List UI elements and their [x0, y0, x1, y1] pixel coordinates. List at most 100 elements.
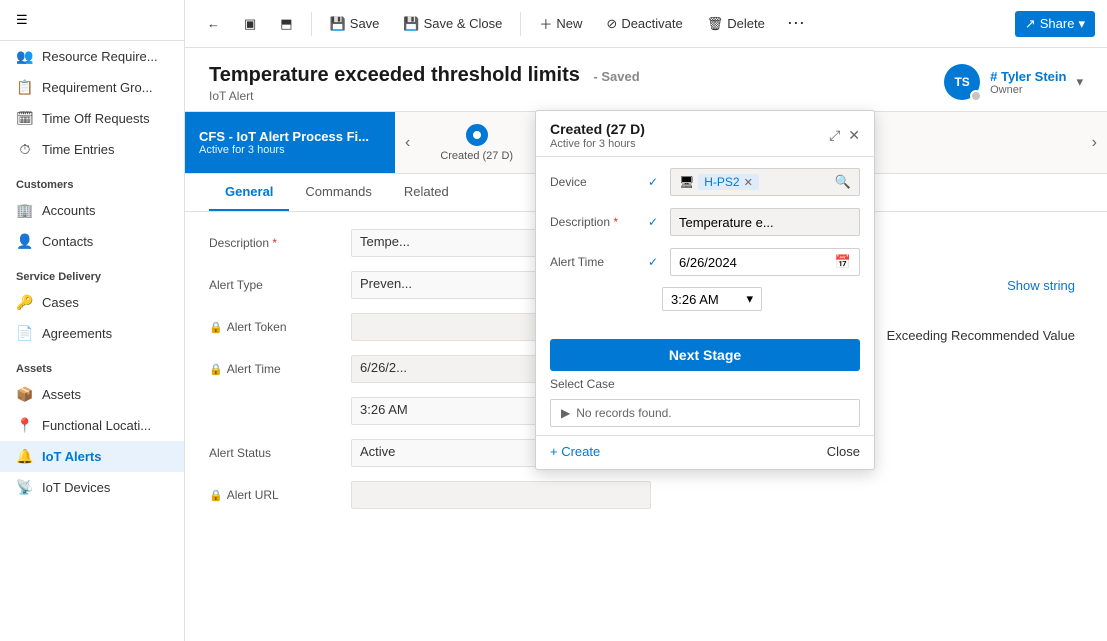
- share-button[interactable]: ↗ Share ▾: [1015, 11, 1095, 37]
- save-button[interactable]: 💾 Save: [320, 11, 390, 37]
- tab-general[interactable]: General: [209, 174, 289, 211]
- sidebar-item-agreements[interactable]: 📄 Agreements: [0, 318, 184, 349]
- sidebar-item-accounts[interactable]: 🏢 Accounts: [0, 195, 184, 226]
- sidebar-menu-icon[interactable]: ☰: [0, 0, 184, 41]
- sidebar-item-label: Functional Locati...: [42, 418, 151, 433]
- share-chevron-icon: ▾: [1078, 16, 1085, 32]
- calendar-icon[interactable]: 📅: [835, 254, 851, 270]
- owner-label: Owner: [990, 84, 1066, 96]
- assets-icon: 📦: [16, 386, 34, 403]
- record-area: Temperature exceeded threshold limits - …: [185, 48, 1107, 641]
- active-stage-name: CFS - IoT Alert Process Fi...: [199, 129, 381, 144]
- time-entries-icon: ⏱: [16, 141, 34, 158]
- more-options-button[interactable]: ⋯: [779, 8, 813, 39]
- popup-label-device: Device: [550, 175, 640, 189]
- exceeding-label: Exceeding Recommended Value: [887, 328, 1075, 343]
- form-row-alert-url: 🔒Alert URL: [209, 480, 1083, 510]
- record-title: Temperature exceeded threshold limits - …: [209, 64, 640, 87]
- popup-value-description[interactable]: Temperature e...: [670, 208, 860, 236]
- delete-icon: 🗑: [707, 16, 724, 32]
- iot-alerts-icon: 🔔: [16, 448, 34, 465]
- new-icon: ＋: [539, 14, 552, 33]
- save-close-icon: 💾: [403, 16, 419, 32]
- hamburger-icon: ☰: [16, 12, 28, 27]
- expand-icon: ⬒: [280, 16, 292, 32]
- owner-name[interactable]: # Tyler Stein: [990, 69, 1066, 84]
- form-view-button[interactable]: ▣: [234, 11, 266, 37]
- save-close-button[interactable]: 💾 Save & Close: [393, 11, 512, 37]
- form-label-alert-status: Alert Status: [209, 446, 339, 460]
- popup-label-description: Description: [550, 215, 640, 229]
- sidebar-item-requirement-grp[interactable]: 📋 Requirement Gro...: [0, 72, 184, 103]
- owner-info: # Tyler Stein Owner: [990, 69, 1066, 96]
- triangle-icon: ▶: [561, 406, 570, 420]
- back-button[interactable]: ←: [197, 11, 230, 36]
- step-label-created: Created (27 D): [440, 150, 513, 162]
- process-nav-left[interactable]: ‹: [395, 112, 420, 173]
- popup-title: Created (27 D): [550, 121, 645, 137]
- sidebar-item-label: Agreements: [42, 326, 112, 341]
- lock-icon-time: 🔒: [209, 364, 223, 376]
- device-icon: 🖥: [679, 175, 694, 189]
- deactivate-button[interactable]: ⊘ Deactivate: [596, 11, 692, 37]
- time-dropdown[interactable]: 3:26 AM ▾: [662, 287, 762, 311]
- sidebar-item-resource-req[interactable]: 👥 Resource Require...: [0, 41, 184, 72]
- form-label-alert-url: 🔒Alert URL: [209, 488, 339, 502]
- no-records-row: ▶ No records found.: [551, 400, 859, 426]
- cases-icon: 🔑: [16, 294, 34, 311]
- device-tag-label: H-PS2: [704, 175, 739, 189]
- share-icon: ↗: [1025, 16, 1036, 32]
- sidebar-item-cases[interactable]: 🔑 Cases: [0, 287, 184, 318]
- sidebar-item-functional-loc[interactable]: 📍 Functional Locati...: [0, 410, 184, 441]
- owner-chevron-icon[interactable]: ▾: [1076, 74, 1083, 90]
- popup-title-area: Created (27 D) Active for 3 hours: [550, 121, 645, 150]
- tab-commands[interactable]: Commands: [289, 174, 387, 211]
- save-close-label: Save & Close: [424, 16, 503, 31]
- popup-expand-button[interactable]: ⤢: [829, 127, 840, 144]
- sidebar-item-label: Time Off Requests: [42, 111, 150, 126]
- popup-value-date[interactable]: 6/26/2024 📅: [670, 248, 860, 276]
- close-button[interactable]: Close: [827, 444, 860, 459]
- expand-button[interactable]: ⬒: [270, 11, 302, 37]
- form-label-alert-token: 🔒Alert Token: [209, 320, 339, 334]
- next-stage-button[interactable]: Next Stage: [550, 339, 860, 371]
- process-active-stage[interactable]: CFS - IoT Alert Process Fi... Active for…: [185, 112, 395, 173]
- delete-button[interactable]: 🗑 Delete: [697, 11, 775, 37]
- tab-related[interactable]: Related: [388, 174, 465, 211]
- show-string-link[interactable]: Show string: [1007, 278, 1075, 293]
- avatar-badge: [970, 90, 982, 102]
- device-tag-remove[interactable]: ✕: [744, 176, 753, 189]
- popup-label-alert-time: Alert Time: [550, 255, 640, 269]
- sidebar-item-time-entries[interactable]: ⏱ Time Entries: [0, 134, 184, 165]
- sidebar-item-time-off[interactable]: 🗓 Time Off Requests: [0, 103, 184, 134]
- back-icon: ←: [207, 16, 220, 31]
- description-value: Temperature e...: [679, 215, 774, 230]
- sidebar-item-iot-devices[interactable]: 📡 IoT Devices: [0, 472, 184, 503]
- lock-icon-token: 🔒: [209, 322, 223, 334]
- functional-loc-icon: 📍: [16, 417, 34, 434]
- owner-area: TS # Tyler Stein Owner ▾: [944, 64, 1083, 100]
- new-button[interactable]: ＋ New: [529, 9, 592, 38]
- record-saved-status: - Saved: [593, 69, 639, 84]
- process-nav-right[interactable]: ›: [1082, 112, 1107, 173]
- create-button[interactable]: + Create: [550, 444, 600, 459]
- accounts-icon: 🏢: [16, 202, 34, 219]
- time-value: 3:26 AM: [671, 292, 719, 307]
- sidebar-item-contacts[interactable]: 👤 Contacts: [0, 226, 184, 257]
- step-created[interactable]: Created (27 D): [440, 124, 513, 162]
- sidebar-item-assets[interactable]: 📦 Assets: [0, 379, 184, 410]
- popup-field-device: Device ✓ 🖥 H-PS2 ✕ 🔍: [550, 167, 860, 197]
- requirement-icon: 📋: [16, 79, 34, 96]
- sidebar-item-iot-alerts[interactable]: 🔔 IoT Alerts: [0, 441, 184, 472]
- popup-field-description: Description ✓ Temperature e...: [550, 207, 860, 237]
- device-search-icon[interactable]: 🔍: [835, 174, 851, 190]
- popup-footer: Next Stage Select Case ▶ No records foun…: [536, 331, 874, 435]
- sidebar: ☰ 👥 Resource Require... 📋 Requirement Gr…: [0, 0, 185, 641]
- time-off-icon: 🗓: [16, 110, 34, 127]
- agreements-icon: 📄: [16, 325, 34, 342]
- popup-close-button[interactable]: ✕: [848, 127, 860, 144]
- form-icon: ▣: [244, 16, 256, 32]
- record-subtitle: IoT Alert: [209, 89, 640, 103]
- sidebar-item-label: Accounts: [42, 203, 95, 218]
- popup-value-device[interactable]: 🖥 H-PS2 ✕ 🔍: [670, 168, 860, 196]
